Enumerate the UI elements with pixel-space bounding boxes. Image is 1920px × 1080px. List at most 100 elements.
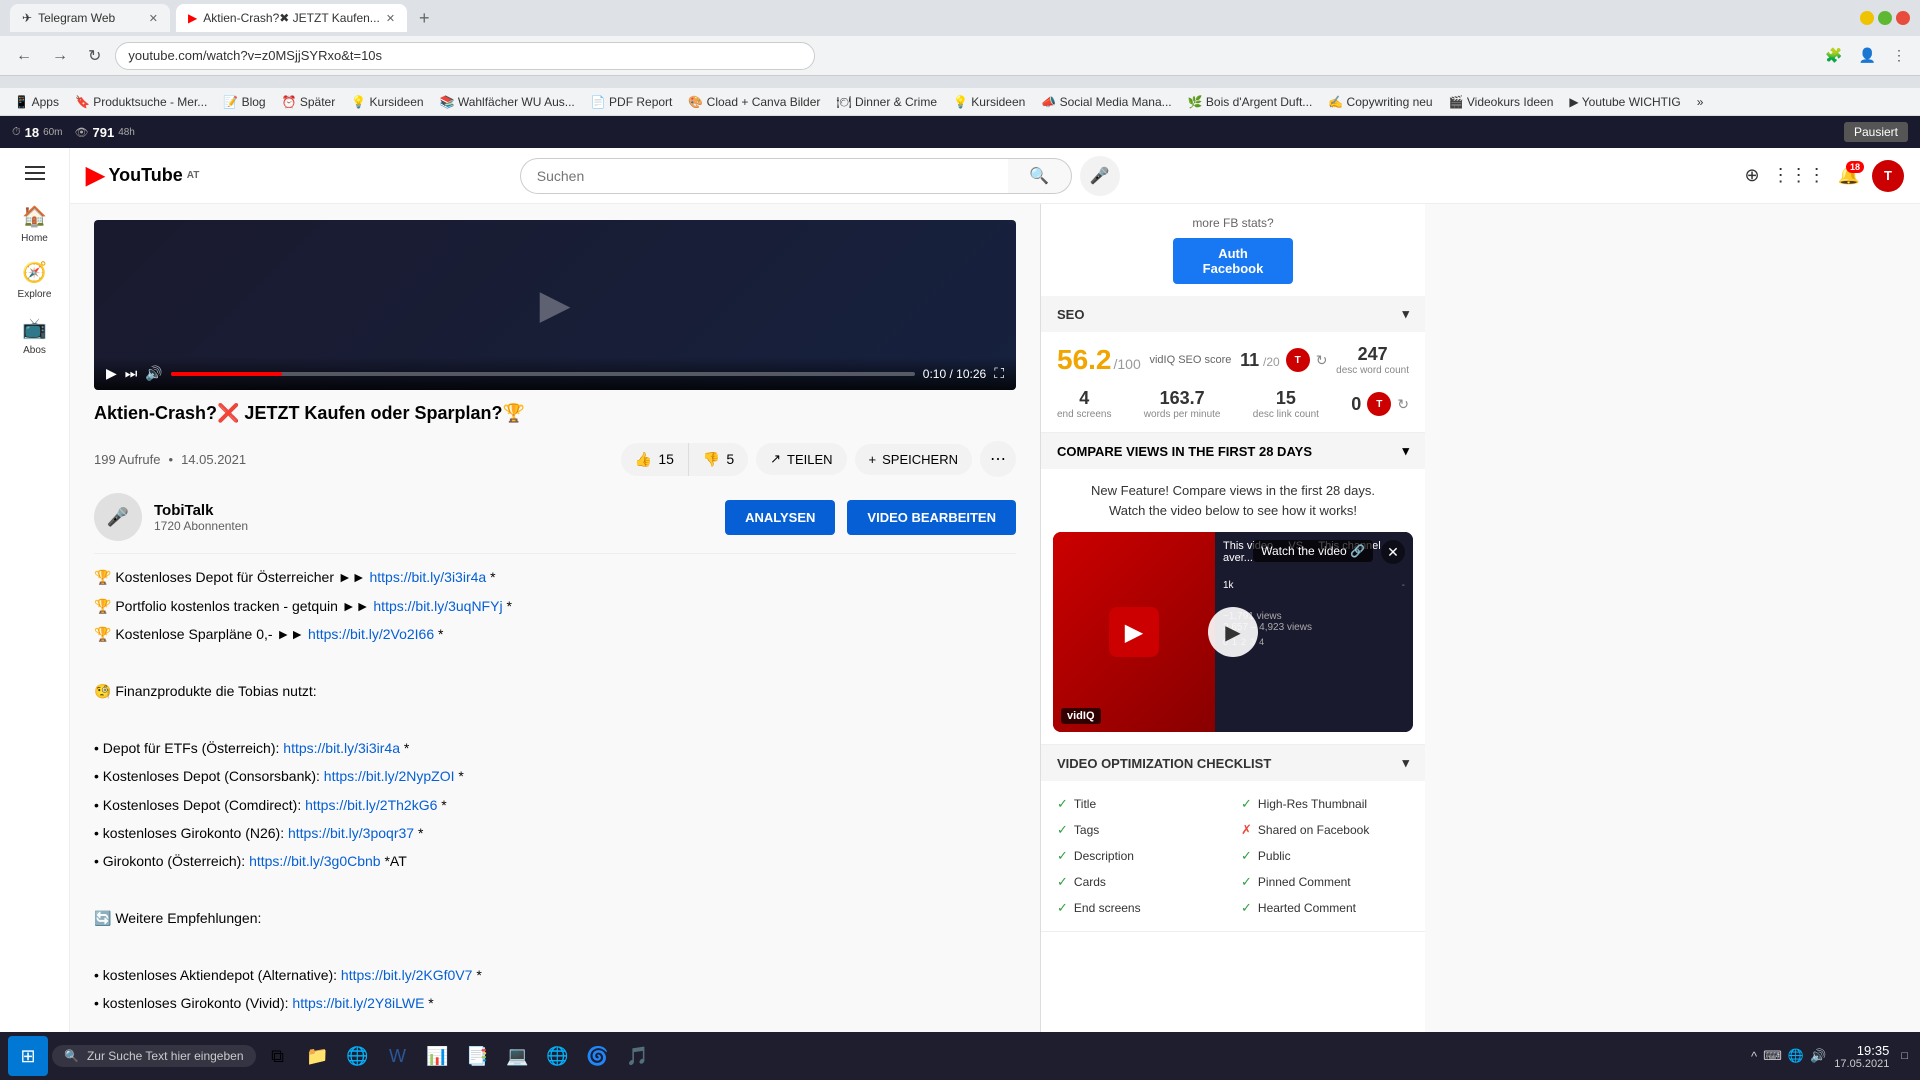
bookmark-kursideen2[interactable]: 💡 Kursideen (947, 93, 1031, 111)
compare-play-button[interactable]: ▶ (1208, 607, 1258, 657)
tab-close-telegram[interactable]: ✕ (149, 12, 158, 25)
progress-bar[interactable] (171, 372, 915, 376)
skip-button[interactable]: ⏭ (125, 365, 138, 382)
taskbar-explorer[interactable]: 📁 (300, 1038, 336, 1074)
settings-button[interactable]: ⋮ (1888, 43, 1910, 68)
bookmark-social[interactable]: 📣 Social Media Mana... (1035, 93, 1177, 111)
link-alternative-depot[interactable]: https://bit.ly/2KGf0V7 (341, 967, 473, 983)
taskbar-clock[interactable]: 19:35 17.05.2021 (1834, 1043, 1889, 1070)
link-getquin[interactable]: https://bit.ly/3uqNFYj (373, 598, 502, 614)
link-consorsbank[interactable]: https://bit.ly/2NypZOI (324, 768, 455, 784)
youtube-search-button[interactable]: 🔍 (1008, 158, 1072, 194)
share-button[interactable]: ↗ TEILEN (756, 443, 846, 475)
hamburger-menu[interactable] (17, 158, 53, 188)
tab-youtube[interactable]: ▶ Aktien-Crash?✖ JETZT Kaufen... ✕ (176, 4, 407, 32)
bookmark-copywriting[interactable]: ✍ Copywriting neu (1322, 93, 1438, 111)
taskbar-spotify[interactable]: 🎵 (620, 1038, 656, 1074)
compare-video-thumbnail[interactable]: ▶ This video VS This channel aver... 1k- (1053, 532, 1413, 732)
auth-facebook-button[interactable]: Auth Facebook (1173, 238, 1293, 284)
taskbar-powerpoint[interactable]: 📑 (460, 1038, 496, 1074)
show-desktop-button[interactable]: □ (1897, 1050, 1912, 1062)
compare-views-header[interactable]: COMPARE VIEWS IN THE FIRST 28 DAYS ▾ (1041, 433, 1425, 469)
bookmark-kursideen[interactable]: 💡 Kursideen (345, 93, 429, 111)
link-comdirect[interactable]: https://bit.ly/2Th2kG6 (305, 797, 437, 813)
tray-network-icon[interactable]: 🌐 (1788, 1048, 1804, 1064)
play-button[interactable]: ▶ (106, 365, 117, 382)
taskbar-browser-pinned[interactable]: 🌐 (340, 1038, 376, 1074)
extensions-button[interactable]: 🧩 (1821, 43, 1846, 68)
youtube-search-input[interactable] (520, 158, 1008, 194)
link-depot-at[interactable]: https://bit.ly/3i3ir4a (369, 569, 486, 585)
window-maximize[interactable] (1878, 11, 1892, 25)
upload-button[interactable]: ⊕ (1744, 165, 1759, 186)
address-bar[interactable]: youtube.com/watch?v=z0MSjjSYRxo&t=10s (115, 42, 815, 70)
taskbar-task-view[interactable]: ⧉ (260, 1038, 296, 1074)
volume-button[interactable]: 🔊 (145, 365, 162, 382)
video-player[interactable]: ▶ ▶ ⏭ 🔊 0:10 / 10:26 ⛶ (94, 220, 1016, 390)
nav-refresh-button[interactable]: ↻ (82, 42, 107, 70)
check-ok-icon: ✓ (1241, 874, 1252, 890)
bookmark-more[interactable]: » (1691, 93, 1710, 111)
grid-button[interactable]: ⋮⋮⋮ (1772, 165, 1826, 186)
bookmark-bois[interactable]: 🌿 Bois d'Argent Duft... (1182, 93, 1319, 111)
bookmark-apps[interactable]: 📱 Apps (8, 93, 65, 111)
link-vivid[interactable]: https://bit.ly/2Y8iLWE (292, 995, 424, 1011)
taskbar-chrome[interactable]: 🌐 (540, 1038, 576, 1074)
more-actions-button[interactable]: ⋯ (980, 441, 1016, 477)
analyze-button[interactable]: ANALYSEN (725, 500, 835, 535)
new-tab-button[interactable]: + (413, 6, 436, 31)
check-ok-icon: ✓ (1057, 900, 1068, 916)
link-n26[interactable]: https://bit.ly/3poqr37 (288, 825, 414, 841)
notifications-button[interactable]: 🔔 18 (1838, 165, 1860, 186)
save-button[interactable]: + SPEICHERN (855, 444, 972, 475)
edit-video-button[interactable]: VIDEO BEARBEITEN (847, 500, 1016, 535)
bookmark-produktsuche[interactable]: 🔖 Produktsuche - Mer... (69, 93, 213, 111)
bookmark-blog[interactable]: 📝 Blog (217, 93, 271, 111)
bookmark-videokurs[interactable]: 🎬 Videokurs Ideen (1443, 93, 1560, 111)
like-button[interactable]: 👍 15 (621, 443, 689, 476)
user-avatar[interactable]: T (1872, 160, 1904, 192)
seo-section-content: 56.2 /100 vidIQ SEO score 11 /20 T (1041, 332, 1425, 432)
bookmark-dinner[interactable]: 🍽 Dinner & Crime (830, 93, 943, 111)
nav-forward-button[interactable]: → (46, 43, 74, 69)
taskbar-word[interactable]: W (380, 1038, 416, 1074)
tray-expand-icon[interactable]: ^ (1751, 1049, 1757, 1064)
compare-close-button[interactable]: ✕ (1381, 540, 1405, 564)
tab-close-youtube[interactable]: ✕ (386, 12, 395, 25)
dislike-button[interactable]: 👎 5 (689, 443, 748, 476)
bookmark-wahlfacher[interactable]: 📚 Wahlfächer WU Aus... (434, 93, 581, 111)
notification-badge: 18 (1846, 161, 1864, 173)
tab-telegram[interactable]: ✈ Telegram Web ✕ (10, 4, 170, 32)
bookmark-canva[interactable]: 🎨 Cload + Canva Bilder (682, 93, 826, 111)
bookmark-youtube-wichtig[interactable]: ▶ Youtube WICHTIG (1563, 93, 1686, 111)
seo-section-header[interactable]: SEO ▾ (1041, 296, 1425, 332)
checklist-header[interactable]: VIDEO OPTIMIZATION CHECKLIST ▾ (1041, 745, 1425, 781)
bookmark-spater[interactable]: ⏰ Später (276, 93, 342, 111)
taskbar-excel[interactable]: 📊 (420, 1038, 456, 1074)
link-girokonto-at[interactable]: https://bit.ly/3g0Cbnb (249, 853, 381, 869)
tray-volume-icon[interactable]: 🔊 (1810, 1048, 1826, 1064)
link-etf-depot[interactable]: https://bit.ly/3i3ir4a (283, 740, 400, 756)
seo-score-max: /100 (1114, 356, 1141, 372)
taskbar-vsexe[interactable]: 💻 (500, 1038, 536, 1074)
sidebar-explore[interactable]: 🧭 Explore (18, 260, 52, 300)
vidiq-pause-button[interactable]: Pausiert (1844, 122, 1908, 142)
video-title: Aktien-Crash?❌ JETZT Kaufen oder Sparpla… (94, 402, 1016, 425)
sidebar-home[interactable]: 🏠 Home (21, 204, 48, 244)
sidebar-subscriptions[interactable]: 📺 Abos (22, 316, 47, 356)
vidiq-timer-value: 18 (25, 125, 39, 140)
youtube-favicon: ▶ (188, 11, 197, 25)
nav-back-button[interactable]: ← (10, 43, 38, 69)
profile-button[interactable]: 👤 (1855, 43, 1880, 68)
taskbar-edge[interactable]: 🌀 (580, 1038, 616, 1074)
youtube-mic-button[interactable]: 🎤 (1080, 156, 1120, 196)
start-button[interactable]: ⊞ (8, 1036, 48, 1076)
taskbar-search[interactable]: 🔍 Zur Suche Text hier eingeben (52, 1045, 256, 1067)
bookmark-pdf[interactable]: 📄 PDF Report (585, 93, 679, 111)
window-minimize[interactable] (1860, 11, 1874, 25)
link-sparplane[interactable]: https://bit.ly/2Vo2I66 (308, 626, 434, 642)
youtube-logo[interactable]: ▶ YouTube AT (86, 161, 199, 190)
fullscreen-button[interactable]: ⛶ (994, 365, 1004, 382)
watch-video-button[interactable]: Watch the video 🔗 (1253, 540, 1373, 562)
window-close[interactable] (1896, 11, 1910, 25)
